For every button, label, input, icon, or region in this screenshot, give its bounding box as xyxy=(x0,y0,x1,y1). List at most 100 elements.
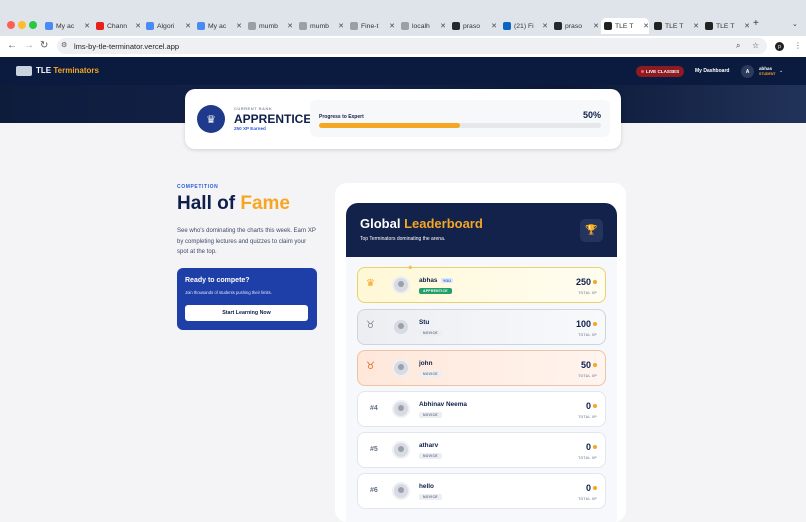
reload-icon[interactable]: ↻ xyxy=(40,40,48,51)
level-badge: NOVICE xyxy=(419,330,442,336)
back-icon[interactable]: ← xyxy=(7,40,17,51)
leaderboard-row[interactable]: ♉ john NOVICE 50 TOTAL XP xyxy=(357,350,606,386)
browser-tab[interactable]: mumb ✕ xyxy=(296,18,344,34)
tab-search-icon[interactable]: ⌄ xyxy=(792,20,798,28)
user-avatar-icon xyxy=(392,359,410,377)
rank-xp: 250 XP Earned xyxy=(234,126,266,131)
tab-close-icon[interactable]: ✕ xyxy=(491,22,497,30)
tab-favicon-icon xyxy=(299,22,307,30)
user-avatar-icon xyxy=(392,482,410,500)
live-classes-button[interactable]: LIVE CLASSES xyxy=(636,66,685,77)
close-window-icon[interactable] xyxy=(7,21,15,29)
row-name: Stu xyxy=(419,319,430,326)
level-badge: NOVICE xyxy=(419,412,442,418)
coin-icon xyxy=(593,280,597,284)
tab-close-icon[interactable]: ✕ xyxy=(236,22,242,30)
tab-favicon-icon xyxy=(45,22,53,30)
browser-menu-icon[interactable]: ⋮ xyxy=(794,41,802,50)
dashboard-link[interactable]: My Dashboard xyxy=(695,68,729,74)
avatar[interactable]: A xyxy=(741,65,754,78)
leaderboard-row[interactable]: #6 hello NOVICE 0 TOTAL XP xyxy=(357,473,606,509)
maximize-window-icon[interactable] xyxy=(29,21,37,29)
tab-label: localh xyxy=(412,22,430,30)
url-text[interactable]: lms-by-tle-terminator.vercel.app xyxy=(74,42,179,51)
live-classes-label: LIVE CLASSES xyxy=(646,69,680,74)
level-badge: NOVICE xyxy=(419,453,442,459)
tab-favicon-icon xyxy=(350,22,358,30)
tab-close-icon[interactable]: ✕ xyxy=(185,22,191,30)
browser-tab[interactable]: TLE T ✕ xyxy=(702,18,750,34)
row-score: 0 xyxy=(585,401,591,411)
minimize-window-icon[interactable] xyxy=(18,21,26,29)
cta-subtitle: Join thousands of students pushing their… xyxy=(185,290,272,295)
chevron-down-icon[interactable]: ⌄ xyxy=(779,68,783,74)
browser-tab[interactable]: localh ✕ xyxy=(398,18,446,34)
leaderboard-row[interactable]: ♉ Stu NOVICE 100 TOTAL XP xyxy=(357,309,606,345)
progress-fill xyxy=(319,123,460,128)
extension-icon[interactable]: p xyxy=(775,42,784,51)
rank-kicker: CURRENT RANK xyxy=(234,106,273,111)
tab-label: Fine-t xyxy=(361,22,379,30)
rank-number: #6 xyxy=(370,487,378,494)
browser-tab[interactable]: Chann ✕ xyxy=(93,18,141,34)
tab-close-icon[interactable]: ✕ xyxy=(389,22,395,30)
browser-tab[interactable]: My ac ✕ xyxy=(42,18,90,34)
row-name: john xyxy=(419,360,433,367)
user-avatar-icon xyxy=(392,400,410,418)
bookmark-star-icon[interactable]: ☆ xyxy=(752,41,759,50)
browser-tab[interactable]: My ac ✕ xyxy=(194,18,242,34)
tab-close-icon[interactable]: ✕ xyxy=(643,22,649,30)
leaderboard-title: Global Leaderboard xyxy=(360,216,483,231)
forward-icon[interactable]: → xyxy=(24,40,34,51)
brand-name: TLE xyxy=(36,66,54,75)
tab-label: praso xyxy=(463,22,481,30)
tab-close-icon[interactable]: ✕ xyxy=(440,22,446,30)
leaderboard-row[interactable]: #4 Abhinav Neema NOVICE 0 TOTAL XP xyxy=(357,391,606,427)
browser-tab[interactable]: (21) Fi ✕ xyxy=(500,18,548,34)
tab-label: mumb xyxy=(259,22,278,30)
tab-close-icon[interactable]: ✕ xyxy=(135,22,141,30)
tab-label: My ac xyxy=(56,22,75,30)
site-info-icon[interactable]: ⚙ xyxy=(61,41,67,49)
tab-close-icon[interactable]: ✕ xyxy=(338,22,344,30)
live-dot-icon xyxy=(641,70,644,73)
tab-label: TLE T xyxy=(615,22,634,30)
browser-tab[interactable]: praso ✕ xyxy=(551,18,599,34)
tab-label: Algori xyxy=(157,22,175,30)
progress-prefix: Progress to xyxy=(319,114,349,120)
tab-label: TLE T xyxy=(716,22,735,30)
user-name[interactable]: abhas xyxy=(759,66,772,71)
tab-label: mumb xyxy=(310,22,329,30)
tab-favicon-icon xyxy=(146,22,154,30)
zoom-icon[interactable]: ⌕ xyxy=(736,41,740,51)
browser-tab[interactable]: Algori ✕ xyxy=(143,18,191,34)
leaderboard-row[interactable]: #5 atharv NOVICE 0 TOTAL XP xyxy=(357,432,606,468)
tab-favicon-icon xyxy=(96,22,104,30)
new-tab-button[interactable]: + xyxy=(753,18,759,29)
browser-tab[interactable]: mumb ✕ xyxy=(245,18,293,34)
coin-icon xyxy=(593,322,597,326)
tab-close-icon[interactable]: ✕ xyxy=(287,22,293,30)
browser-tab[interactable]: praso ✕ xyxy=(449,18,497,34)
level-badge: NOVICE xyxy=(419,494,442,500)
leaderboard-row[interactable]: ♛ ♛ abhas YOU APPRENTICE 250 TOTAL XP xyxy=(357,265,606,303)
tab-close-icon[interactable]: ✕ xyxy=(593,22,599,30)
tab-close-icon[interactable]: ✕ xyxy=(693,22,699,30)
tab-favicon-icon xyxy=(604,22,612,30)
tab-favicon-icon xyxy=(654,22,662,30)
logo-icon[interactable] xyxy=(16,66,32,76)
coin-icon xyxy=(593,363,597,367)
tab-close-icon[interactable]: ✕ xyxy=(542,22,548,30)
browser-tab[interactable]: TLE T ✕ xyxy=(601,18,649,34)
browser-tab[interactable]: Fine-t ✕ xyxy=(347,18,395,34)
tab-close-icon[interactable]: ✕ xyxy=(744,22,750,30)
you-badge: YOU xyxy=(441,278,453,283)
start-learning-button[interactable]: Start Learning Now xyxy=(185,305,308,321)
site-logo[interactable]: TLE Terminators xyxy=(36,66,99,75)
browser-tab[interactable]: TLE T ✕ xyxy=(651,18,699,34)
tab-label: My ac xyxy=(208,22,227,30)
crown-icon: ♛ xyxy=(408,265,413,271)
progress-bar xyxy=(319,123,601,128)
progress-percent: 50% xyxy=(583,110,602,120)
tab-close-icon[interactable]: ✕ xyxy=(84,22,90,30)
